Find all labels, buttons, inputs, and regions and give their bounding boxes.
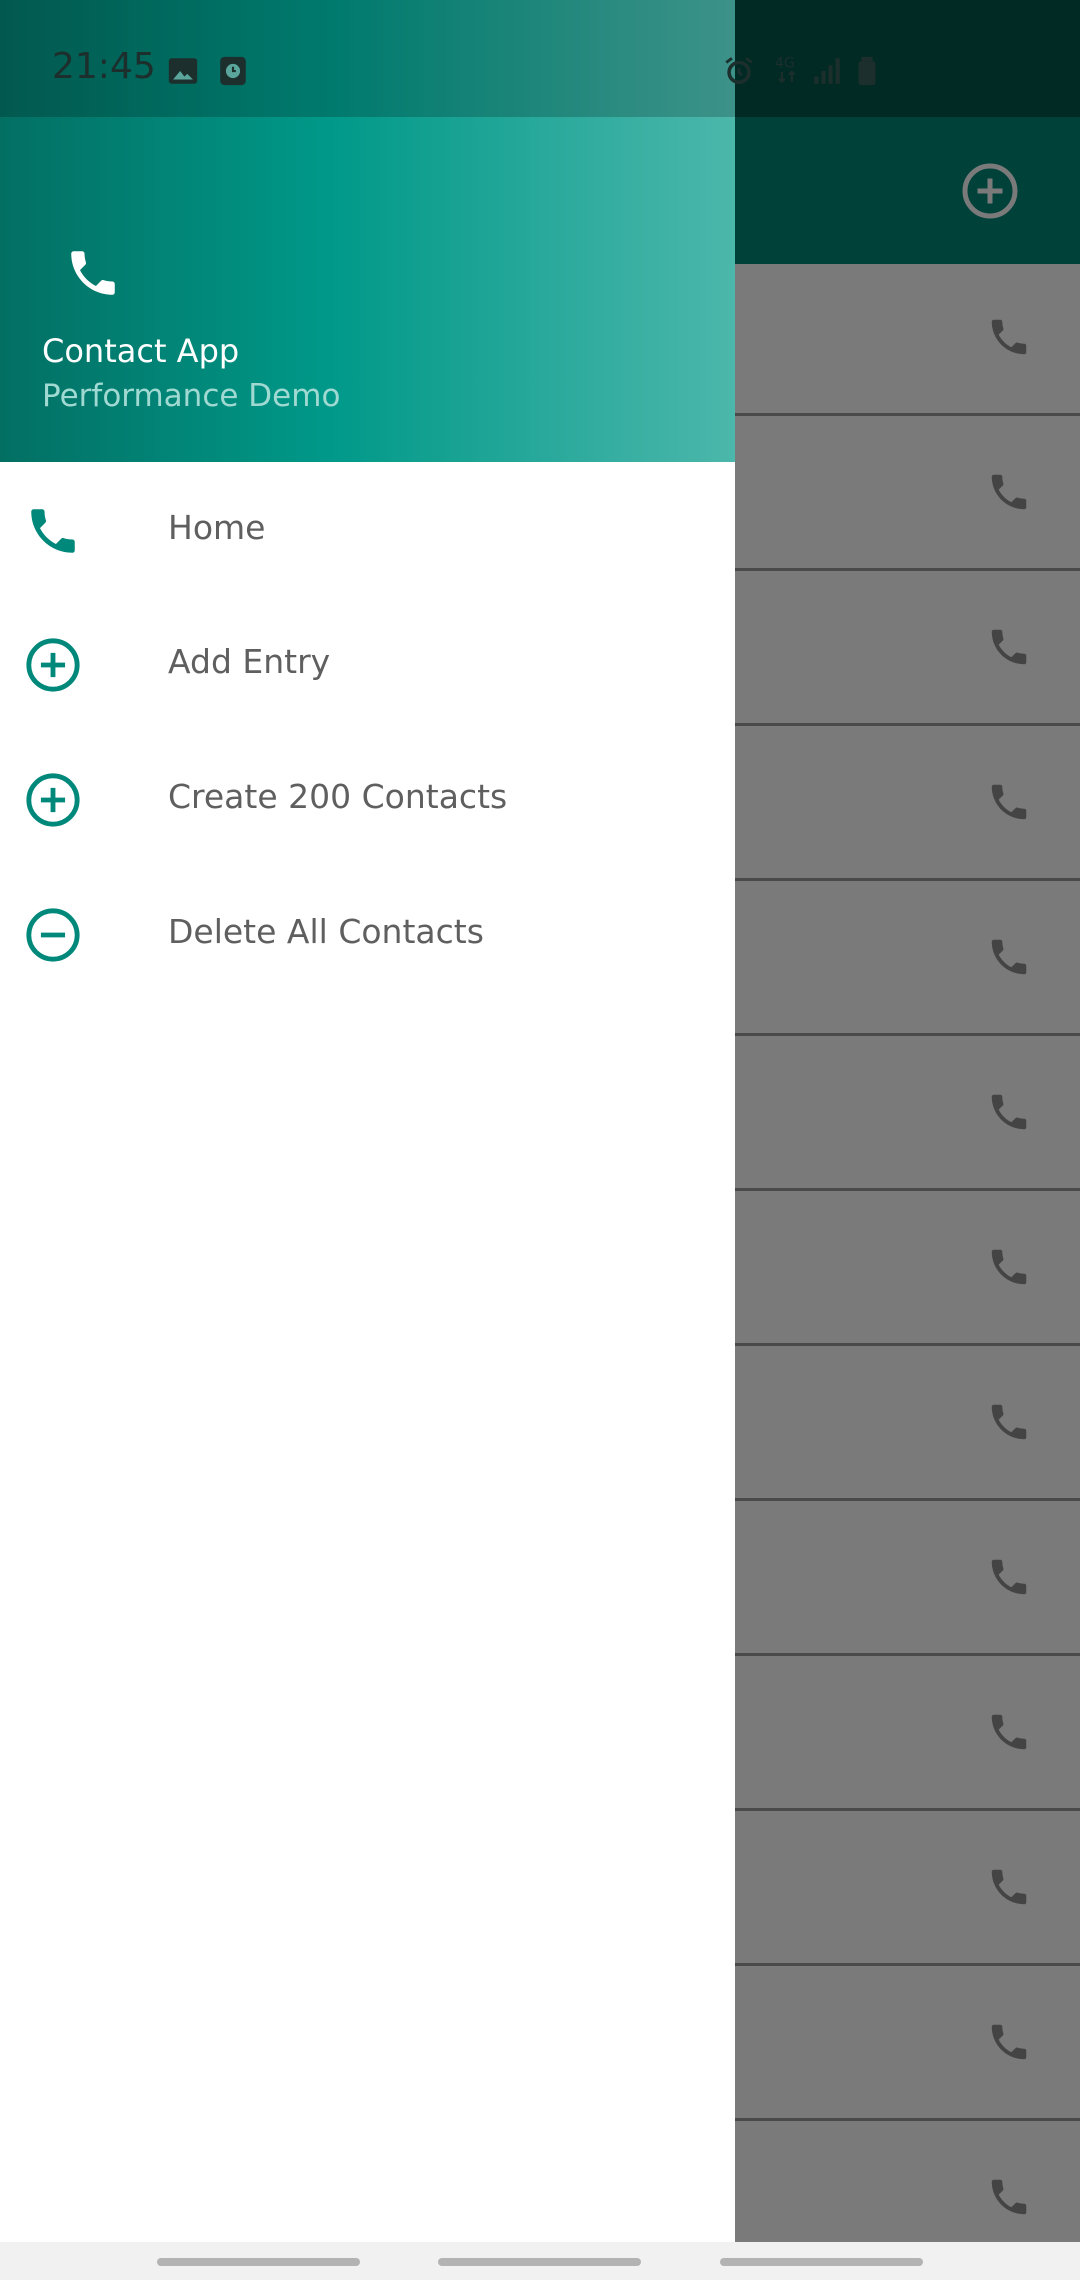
battery-icon (858, 56, 876, 86)
4g-network-icon: 4G (775, 56, 796, 84)
nav-handle-right[interactable] (720, 2258, 923, 2266)
remove-circle-icon (26, 908, 80, 962)
menu-item-label: Home (168, 508, 266, 547)
menu-item-label: Create 200 Contacts (168, 777, 508, 816)
image-icon (168, 58, 198, 84)
menu-item-delete-all-contacts[interactable]: Delete All Contacts (0, 868, 735, 1003)
add-circle-icon (26, 773, 80, 827)
phone-icon (71, 251, 115, 295)
alarm-icon (725, 57, 753, 85)
add-circle-icon (26, 638, 80, 692)
menu-item-label: Delete All Contacts (168, 912, 484, 951)
status-time: 21:45 (52, 46, 156, 87)
nav-handle-center[interactable] (438, 2258, 641, 2266)
menu-item-create-200-contacts[interactable]: Create 200 Contacts (0, 733, 735, 868)
nav-handle-left[interactable] (157, 2258, 360, 2266)
phone-icon (31, 509, 75, 553)
menu-item-add-entry[interactable]: Add Entry (0, 598, 735, 733)
navigation-drawer: Contact App Performance Demo Home Add En… (0, 0, 735, 2242)
signal-icon (814, 58, 840, 84)
menu-item-home[interactable]: Home (0, 464, 735, 599)
drawer-title: Contact App (42, 332, 240, 370)
svg-text:4G: 4G (775, 56, 795, 72)
drawer-subtitle: Performance Demo (42, 378, 341, 414)
menu-item-label: Add Entry (168, 642, 331, 681)
clock-icon (220, 56, 246, 86)
navigation-bar (0, 2242, 1080, 2280)
